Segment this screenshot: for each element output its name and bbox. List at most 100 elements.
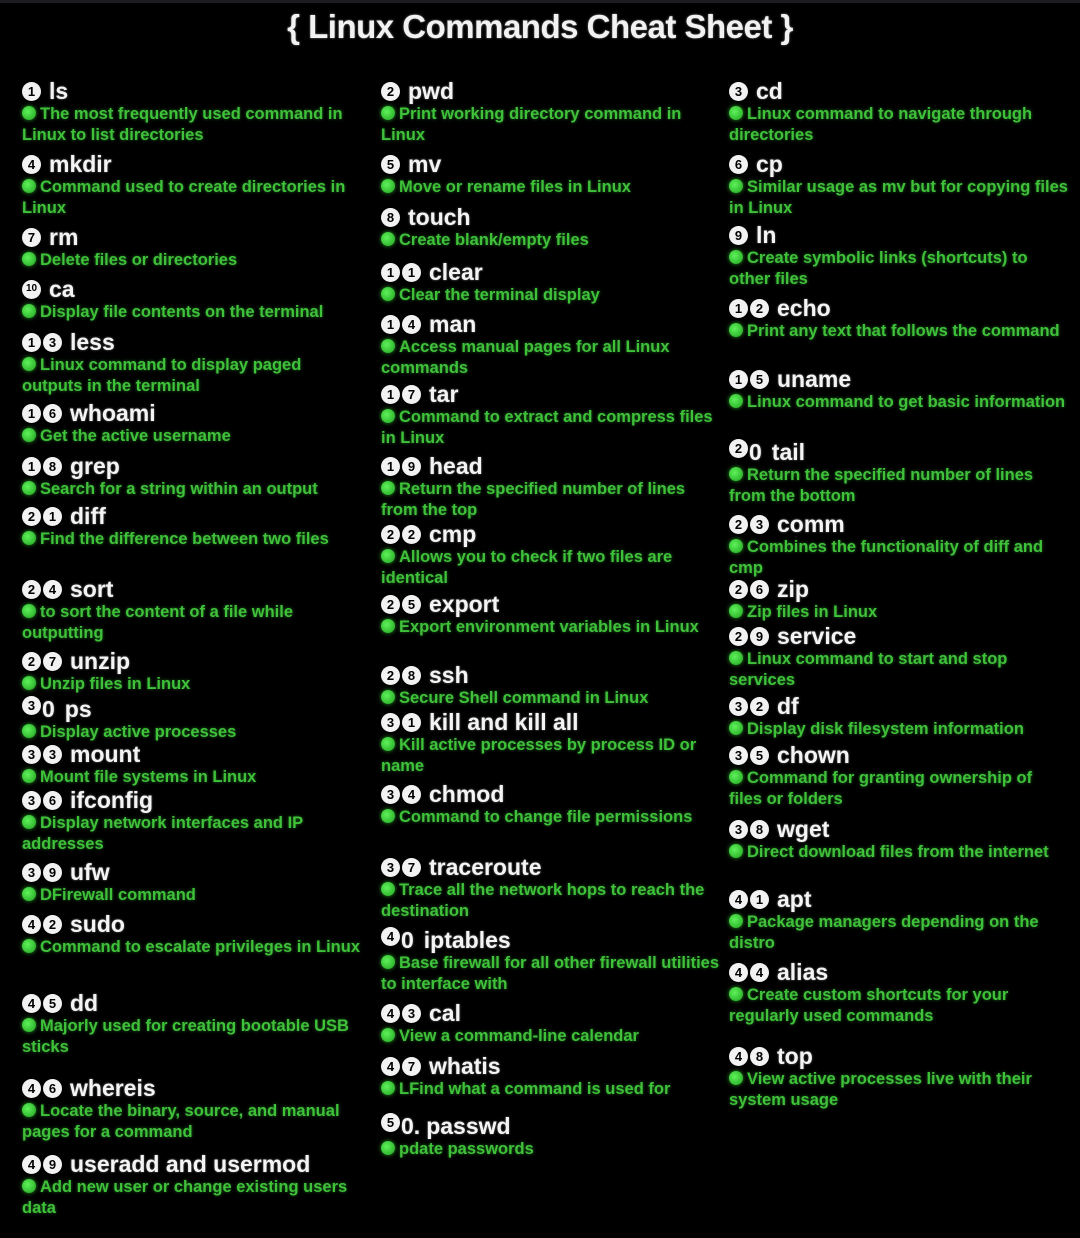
command-heading: 2 4 sort [22, 576, 362, 602]
number-badge: 9 [729, 225, 750, 245]
description-text: pdate passwords [399, 1140, 534, 1158]
command-entry-uname: 1 5 uname Linux command to get basic inform… [729, 366, 1069, 413]
description-text: Command for granting ownership of files … [729, 769, 1033, 808]
circled-digit-icon: 1 [381, 314, 400, 334]
command-entry-sort: 2 4 sort to sort the content of a file whil… [22, 576, 362, 644]
command-description: pdate passwords [381, 1139, 721, 1160]
command-name: unzip [70, 648, 131, 674]
green-dot-icon [22, 428, 36, 442]
green-dot-icon [381, 232, 395, 246]
command-heading: 1 8 grep [22, 453, 362, 479]
command-heading: 1 9 head [381, 453, 721, 479]
command-heading: 3 8 wget [729, 816, 1069, 842]
description-text: Combines the functionality of diff and c… [729, 538, 1044, 577]
command-heading: 1 2 echo [729, 295, 1069, 321]
number-badge: 4 [22, 154, 43, 174]
command-entry-ssh: 2 8 ssh Secure Shell command in Linux [381, 662, 721, 709]
number-badge: 24 [22, 579, 64, 599]
command-entry-grep: 1 8 grep Search for a string within an outp… [22, 453, 362, 500]
command-description: Create blank/empty files [381, 230, 721, 251]
description-text: Access manual pages for all Linux comman… [381, 338, 670, 377]
circled-digit-icon: 1 [43, 506, 62, 526]
command-description: Linux command to display paged outputs i… [22, 355, 362, 397]
circled-digit-icon: 5 [750, 745, 769, 765]
green-dot-icon [729, 179, 743, 193]
command-entry-apt: 4 1 apt Package managers depending on the d… [729, 886, 1069, 954]
green-dot-icon [22, 252, 36, 266]
command-description: Search for a string within an output [22, 479, 362, 500]
circled-digit-icon: 3 [729, 819, 748, 839]
circled-digit-icon: 4 [402, 784, 421, 804]
description-text: Majorly used for creating bootable USB s… [22, 1017, 349, 1056]
command-entry-tail: 2 0 tail Return the specified number of lin… [729, 439, 1069, 507]
command-name: diff [70, 503, 106, 529]
green-dot-icon [22, 676, 36, 690]
number-badge: 31 [381, 712, 423, 732]
green-dot-icon [22, 481, 36, 495]
green-dot-icon [381, 1028, 395, 1042]
description-text: Locate the binary, source, and manual pa… [22, 1102, 340, 1141]
number-badge: 15 [729, 369, 771, 389]
command-name: whatis [429, 1053, 501, 1079]
description-text: Add new user or change existing users da… [22, 1178, 348, 1217]
circled-digit-icon: 5 [381, 154, 400, 174]
number-badge: 6 [729, 154, 750, 174]
description-text: Kill active processes by process ID or n… [381, 736, 697, 775]
green-dot-icon [22, 815, 36, 829]
circled-digit-icon: 2 [381, 665, 400, 685]
green-dot-icon [729, 250, 743, 264]
circled-digit-icon: 2 [22, 579, 41, 599]
command-heading: 4 1 apt [729, 886, 1069, 912]
command-name: df [777, 693, 799, 719]
number-badge: 40 [381, 927, 418, 953]
green-dot-icon [381, 809, 395, 823]
command-entry-head: 1 9 head Return the specified number of lin… [381, 453, 721, 521]
number-badge: 26 [729, 579, 771, 599]
command-name: comm [777, 511, 845, 537]
command-heading: 3 0 ps [22, 696, 362, 722]
number-badge: 14 [381, 314, 423, 334]
description-text: Secure Shell command in Linux [399, 689, 649, 707]
green-dot-icon [22, 531, 36, 545]
circled-digit-icon: 4 [22, 993, 41, 1013]
command-description: Package managers depending on the distro [729, 912, 1069, 954]
green-dot-icon [729, 844, 743, 858]
circled-digit-icon: 1 [22, 81, 41, 101]
circled-digit-icon: 9 [402, 456, 421, 476]
circled-digit-icon: 2 [729, 514, 748, 534]
command-entry-sudo: 4 2 sudo Command to escalate privileges in … [22, 911, 362, 958]
command-description: The most frequently used command in Linu… [22, 104, 362, 146]
description-text: Base firewall for all other firewall uti… [381, 954, 720, 993]
circled-digit-icon: 7 [402, 384, 421, 404]
command-entry-ca: 10 ca Display file contents on the termina… [22, 276, 362, 323]
command-name: ps [64, 696, 92, 722]
command-description: Clear the terminal display [381, 285, 721, 306]
top-border [0, 0, 1080, 3]
number-badge: 7 [22, 227, 43, 247]
command-name: mkdir [49, 151, 112, 177]
description-text: LFind what a command is used for [399, 1080, 671, 1098]
circled-digit-icon: 3 [22, 790, 41, 810]
description-text: Delete files or directories [40, 251, 238, 269]
circled-digit-icon: 3 [22, 862, 41, 882]
number-badge: 42 [22, 914, 64, 934]
description-text: Export environment variables in Linux [399, 618, 699, 636]
command-heading: 4 0 iptables [381, 927, 721, 953]
green-dot-icon [381, 549, 395, 563]
command-name: pwd [408, 78, 454, 104]
command-entry-top: 4 8 top View active processes live with the… [729, 1043, 1069, 1111]
command-name: apt [777, 886, 812, 912]
command-description: Linux command to get basic information [729, 392, 1069, 413]
command-entry-cd: 3 cd Linux command to navigate through dir… [729, 78, 1069, 146]
command-name: passwd [426, 1113, 511, 1139]
command-name: rm [49, 224, 79, 250]
command-entry-less: 1 3 less Linux command to display paged out… [22, 329, 362, 397]
green-dot-icon [22, 106, 36, 120]
command-description: Combines the functionality of diff and c… [729, 537, 1069, 579]
green-dot-icon [22, 179, 36, 193]
circled-digit-icon: 2 [729, 439, 748, 458]
command-description: Add new user or change existing users da… [22, 1177, 362, 1219]
command-entry-dd: 4 5 dd Majorly used for creating bootable U… [22, 990, 362, 1058]
description-text: View a command-line calendar [399, 1027, 639, 1045]
green-dot-icon [22, 939, 36, 953]
